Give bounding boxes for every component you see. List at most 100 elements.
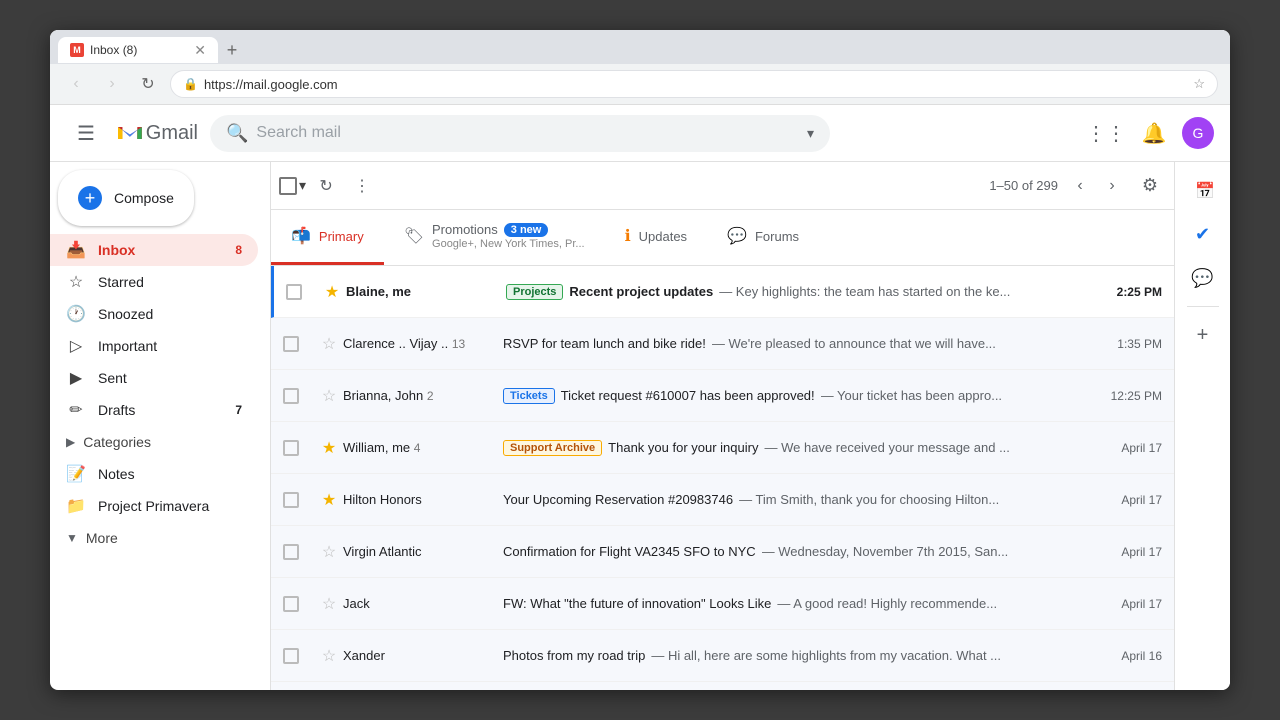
compose-label: Compose [114, 190, 174, 206]
google-meet-button[interactable]: 📅 [1183, 170, 1223, 210]
compose-button[interactable]: + Compose [58, 170, 194, 226]
sidebar-item-starred[interactable]: ☆ Starred [50, 266, 258, 298]
email-star-4[interactable]: ★ [315, 438, 343, 458]
bookmark-icon[interactable]: ☆ [1193, 76, 1205, 92]
sidebar-item-categories[interactable]: ▶ Categories [50, 426, 270, 458]
email-sender-5: Hilton Honors [343, 492, 503, 507]
email-preview-5: Your Upcoming Reservation #20983746 — Ti… [503, 492, 1092, 507]
email-checkbox-2[interactable] [283, 336, 299, 352]
email-star-7[interactable]: ☆ [315, 594, 343, 614]
email-subject-8: Photos from my road trip [503, 648, 645, 663]
header-right: ⋮⋮ 🔔 G [1086, 113, 1214, 153]
email-checkbox-3[interactable] [283, 388, 299, 404]
email-star-1[interactable]: ★ [318, 282, 346, 302]
next-page-button[interactable]: › [1098, 172, 1126, 200]
row-check-1 [286, 284, 318, 300]
email-star-3[interactable]: ☆ [315, 386, 343, 406]
settings-button[interactable]: ⚙ [1134, 170, 1166, 202]
drafts-icon: ✏ [66, 400, 86, 420]
email-checkbox-1[interactable] [286, 284, 302, 300]
tab-close-icon[interactable]: ✕ [194, 43, 206, 57]
email-star-8[interactable]: ☆ [315, 646, 343, 666]
prev-page-button[interactable]: ‹ [1066, 172, 1094, 200]
notes-icon: 📝 [66, 464, 86, 484]
refresh-button[interactable]: ↻ [134, 70, 162, 98]
email-row[interactable]: ☆ Xander Photos from my road trip — Hi a… [271, 630, 1174, 682]
select-all-checkbox[interactable] [279, 177, 297, 195]
tasks-check-icon: ✔ [1195, 224, 1210, 245]
sidebar-item-inbox[interactable]: 📥 Inbox 8 [50, 234, 258, 266]
drafts-badge: 7 [235, 403, 242, 417]
email-subject-2: RSVP for team lunch and bike ride! [503, 336, 706, 351]
select-dropdown-icon[interactable]: ▾ [299, 177, 306, 194]
sidebar-item-drafts[interactable]: ✏ Drafts 7 [50, 394, 258, 426]
gmail-m-icon [118, 121, 142, 145]
email-row[interactable]: ☆ Clarence .. Vijay .. 13 RSVP for team … [271, 318, 1174, 370]
email-time-6: April 17 [1092, 545, 1162, 559]
primary-tab-label: Primary [319, 229, 364, 244]
browser-tab[interactable]: M Inbox (8) ✕ [58, 37, 218, 63]
email-subject-4: Thank you for your inquiry [608, 440, 758, 455]
sidebar-item-important[interactable]: ▷ Important [50, 330, 258, 362]
email-row[interactable]: ☆ Richard, Matthew, me 3 Product Strateg… [271, 682, 1174, 690]
tab-promotions[interactable]: 🏷 Promotions 3 new Google+, New York Tim… [384, 210, 605, 265]
email-star-5[interactable]: ★ [315, 490, 343, 510]
search-icon: 🔍 [226, 123, 248, 144]
email-preview-8: Photos from my road trip — Hi all, here … [503, 648, 1092, 663]
email-checkbox-6[interactable] [283, 544, 299, 560]
sidebar-sent-label: Sent [98, 370, 127, 386]
search-bar[interactable]: 🔍 ▾ [210, 115, 830, 152]
add-apps-button[interactable]: + [1183, 315, 1223, 355]
email-row[interactable]: ★ Blaine, me Projects Recent project upd… [271, 266, 1174, 318]
email-row[interactable]: ☆ Brianna, John 2 Tickets Ticket request… [271, 370, 1174, 422]
sidebar-more[interactable]: ▼ More [50, 522, 270, 554]
email-checkbox-7[interactable] [283, 596, 299, 612]
hamburger-menu-button[interactable]: ☰ [66, 113, 106, 153]
promotions-tab-sub: Google+, New York Times, Pr... [432, 238, 585, 250]
email-subject-1: Recent project updates [569, 284, 713, 299]
refresh-button[interactable]: ↻ [310, 170, 342, 202]
email-row[interactable]: ☆ Jack FW: What "the future of innovatio… [271, 578, 1174, 630]
back-button[interactable]: ‹ [62, 70, 90, 98]
tab-forums[interactable]: 💬 Forums [707, 210, 819, 265]
new-tab-button[interactable]: + [218, 36, 246, 64]
tab-updates[interactable]: ℹ Updates [605, 210, 708, 265]
account-circle-icon[interactable]: 🔔 [1134, 113, 1174, 153]
email-checkbox-4[interactable] [283, 440, 299, 456]
updates-tab-label: Updates [639, 229, 687, 244]
sidebar-item-notes[interactable]: 📝 Notes [50, 458, 258, 490]
browser-window: M Inbox (8) ✕ + ‹ › ↻ 🔒 https://mail.goo… [50, 30, 1230, 690]
sidebar-drafts-label: Drafts [98, 402, 135, 418]
notification-icon: 🔔 [1142, 121, 1167, 146]
more-options-button[interactable]: ⋮ [346, 170, 378, 202]
more-arrow-icon: ▼ [66, 531, 78, 545]
email-preview-4: Support Archive Thank you for your inqui… [503, 440, 1092, 456]
hamburger-icon: ☰ [77, 121, 95, 146]
sidebar-item-project-primavera[interactable]: 📁 Project Primavera [50, 490, 258, 522]
sent-icon: ▶ [66, 368, 86, 388]
sidebar-item-sent[interactable]: ▶ Sent [50, 362, 258, 394]
project-folder-icon: 📁 [66, 496, 86, 516]
sidebar-more-label: More [86, 530, 118, 546]
email-row[interactable]: ★ William, me 4 Support Archive Thank yo… [271, 422, 1174, 474]
sidebar-item-snoozed[interactable]: 🕐 Snoozed [50, 298, 258, 330]
email-row[interactable]: ★ Hilton Honors Your Upcoming Reservatio… [271, 474, 1174, 526]
email-row[interactable]: ☆ Virgin Atlantic Confirmation for Fligh… [271, 526, 1174, 578]
email-preview-3: Tickets Ticket request #610007 has been … [503, 388, 1092, 404]
google-chat-button[interactable]: ✔ [1183, 214, 1223, 254]
google-tasks-button[interactable]: 💬 [1183, 258, 1223, 298]
apps-button[interactable]: ⋮⋮ [1086, 113, 1126, 153]
search-dropdown-icon[interactable]: ▾ [807, 125, 814, 142]
email-tag-4: Support Archive [503, 440, 602, 456]
email-checkbox-8[interactable] [283, 648, 299, 664]
avatar[interactable]: G [1182, 117, 1214, 149]
email-star-2[interactable]: ☆ [315, 334, 343, 354]
search-input[interactable] [256, 124, 799, 142]
sidebar-project-label: Project Primavera [98, 498, 209, 514]
forums-tab-icon: 💬 [727, 226, 747, 246]
email-star-6[interactable]: ☆ [315, 542, 343, 562]
forward-button[interactable]: › [98, 70, 126, 98]
address-bar[interactable]: 🔒 https://mail.google.com ☆ [170, 70, 1218, 98]
tab-primary[interactable]: 📬 Primary [271, 210, 384, 265]
email-checkbox-5[interactable] [283, 492, 299, 508]
